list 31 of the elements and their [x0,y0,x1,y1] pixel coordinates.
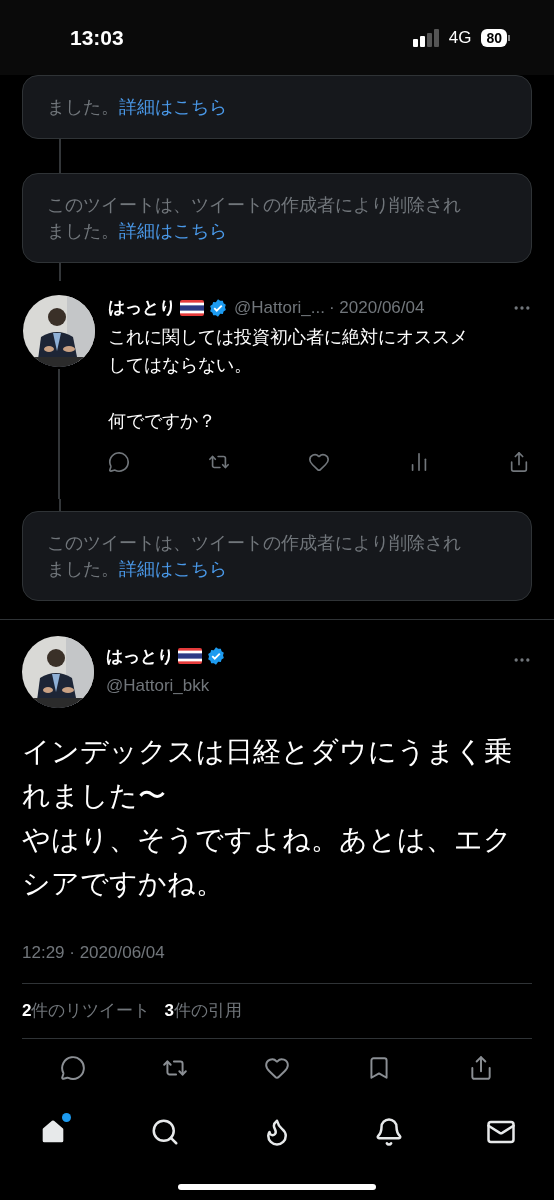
flag-icon [180,299,204,316]
tweet-text: インデックスは日経とダウにうまく乗れました〜 [22,734,513,813]
engagement-stat[interactable]: 2件のリツイート [22,998,151,1024]
user-handle: @Hattori_bkk [106,675,211,697]
reply-icon[interactable] [108,450,130,473]
share-icon[interactable] [468,1054,494,1081]
details-link[interactable]: 詳細はこちら [119,558,227,579]
details-link[interactable]: 詳細はこちら [119,221,227,241]
tweet-timestamp: 12:29 · 2020/06/04 [22,941,166,964]
tweet-date: · 2020/06/04 [328,297,425,319]
verified-badge-icon [208,297,228,318]
verified-badge-icon [206,646,226,667]
reply-icon[interactable] [60,1054,86,1081]
notice-text: このツイートは、ツイートの作成者により削除されました。詳細はこちら [47,194,462,243]
signal-icon [412,28,439,47]
tweet-text: 何でですか？ [108,409,217,433]
network-label: 4G [448,26,472,49]
notice-text: このツイートは、ツイートの作成者により削除されました。詳細はこちら [47,531,462,581]
tweet-text: やはり、そうですよね。あとは、エクシアですかね。 [22,822,513,901]
bell-icon[interactable] [374,1116,404,1147]
user-handle: @Hattori_... [234,297,325,319]
user-name: はっとり [106,645,174,668]
battery-indicator: 80 [481,28,510,47]
user-name: はっとり [108,297,176,319]
clock: 13:03 [70,24,124,51]
details-link[interactable]: 詳細はこちら [119,97,227,117]
engagement-stat[interactable]: 3件の引用 [164,998,242,1024]
flag-icon [178,648,202,665]
tweet-text: これに関しては投資初心者に絶対にオススメしてはならない。 [108,325,469,377]
notice-text: ました。詳細はこちら [47,96,228,119]
share-icon[interactable] [508,450,530,473]
